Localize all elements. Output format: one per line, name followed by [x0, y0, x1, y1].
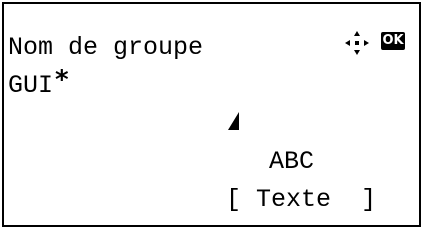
lcd-screen: Nom de groupe OK GUI* ABC [ Texte ]: [2, 2, 421, 227]
softkey-bracket-close: ]: [361, 185, 377, 214]
ok-key-icon[interactable]: OK: [381, 32, 405, 50]
group-name-value[interactable]: GUI*: [8, 65, 69, 104]
screen-title: Nom de groupe: [8, 33, 204, 62]
four-way-navigation-icon: [345, 31, 369, 55]
group-name-text: GUI: [8, 71, 54, 100]
text-cursor-icon: [228, 112, 239, 130]
required-marker: *: [55, 65, 69, 95]
text-softkey[interactable]: [ Texte ]: [226, 182, 376, 218]
input-mode-label: ABC: [269, 147, 315, 176]
softkey-label: Texte: [256, 185, 332, 214]
softkey-bracket-open: [: [226, 185, 242, 214]
